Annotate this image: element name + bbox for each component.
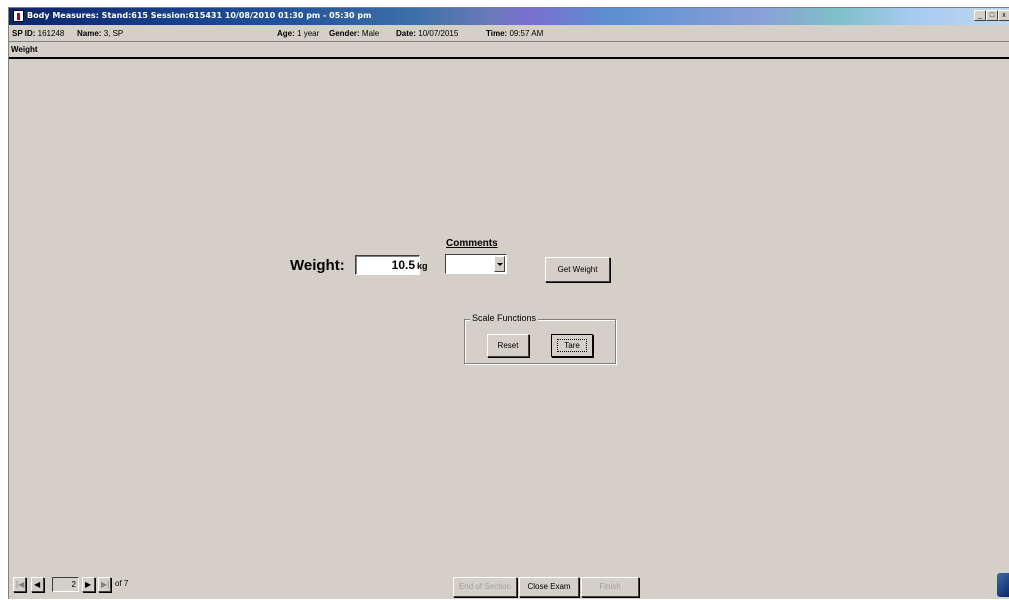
sp-id: SP ID: 161248: [12, 29, 65, 38]
close-exam-button[interactable]: Close Exam: [519, 577, 579, 597]
previous-page-button[interactable]: ◀: [31, 577, 44, 592]
weight-unit-label: kg: [417, 261, 428, 271]
finish-button[interactable]: Finish: [581, 577, 639, 597]
app-icon: [13, 10, 24, 22]
minimize-button[interactable]: _: [974, 10, 986, 21]
tare-button-label: Tare: [557, 339, 587, 352]
chevron-down-icon[interactable]: [494, 256, 505, 272]
participant-age: Age: 1 year: [277, 29, 320, 38]
next-page-icon: ▶: [85, 580, 92, 589]
section-title: Weight: [11, 45, 38, 54]
first-page-icon: |◀: [16, 580, 25, 589]
last-page-button[interactable]: ▶|: [98, 577, 111, 592]
exam-date: Date: 10/07/2015: [396, 29, 459, 38]
exam-time: Time: 09:57 AM: [486, 29, 544, 38]
next-page-button[interactable]: ▶: [82, 577, 95, 592]
first-page-button[interactable]: |◀: [13, 577, 26, 592]
window-title: Body Measures: Stand:615 Session:615431 …: [27, 11, 372, 20]
comments-label: Comments: [446, 238, 498, 249]
title-bar[interactable]: Body Measures: Stand:615 Session:615431 …: [9, 8, 1009, 25]
end-of-section-button[interactable]: End of Section: [453, 577, 517, 597]
previous-page-icon: ◀: [34, 580, 41, 589]
last-page-icon: ▶|: [101, 580, 110, 589]
weight-input[interactable]: 10.5: [355, 255, 420, 275]
close-button[interactable]: x: [998, 10, 1009, 21]
navigation-bar: |◀ ◀ 2 ▶ ▶| of 7 End of Section Close Ex…: [9, 567, 1009, 599]
tare-button[interactable]: Tare: [551, 334, 593, 357]
scale-functions-title: Scale Functions: [470, 313, 539, 323]
weight-label: Weight:: [290, 257, 345, 274]
section-header: Weight: [9, 42, 1009, 59]
scale-functions-group: Scale Functions Reset Tare: [464, 313, 616, 364]
exam-window: Body Measures: Stand:615 Session:615431 …: [8, 7, 1009, 599]
participant-info-bar: SP ID: 161248 Name: 3, SP Age: 1 year Ge…: [9, 25, 1009, 42]
page-count-label: of 7: [115, 579, 129, 588]
participant-gender: Gender: Male: [329, 29, 380, 38]
get-weight-button[interactable]: Get Weight: [545, 257, 610, 282]
participant-name: Name: 3, SP: [77, 29, 124, 38]
window-controls: _ □ x: [974, 10, 1009, 21]
comments-dropdown[interactable]: [445, 254, 507, 274]
help-icon[interactable]: [997, 573, 1009, 597]
maximize-button[interactable]: □: [986, 10, 998, 21]
page-number-input[interactable]: 2: [52, 577, 79, 592]
reset-button[interactable]: Reset: [487, 334, 529, 357]
